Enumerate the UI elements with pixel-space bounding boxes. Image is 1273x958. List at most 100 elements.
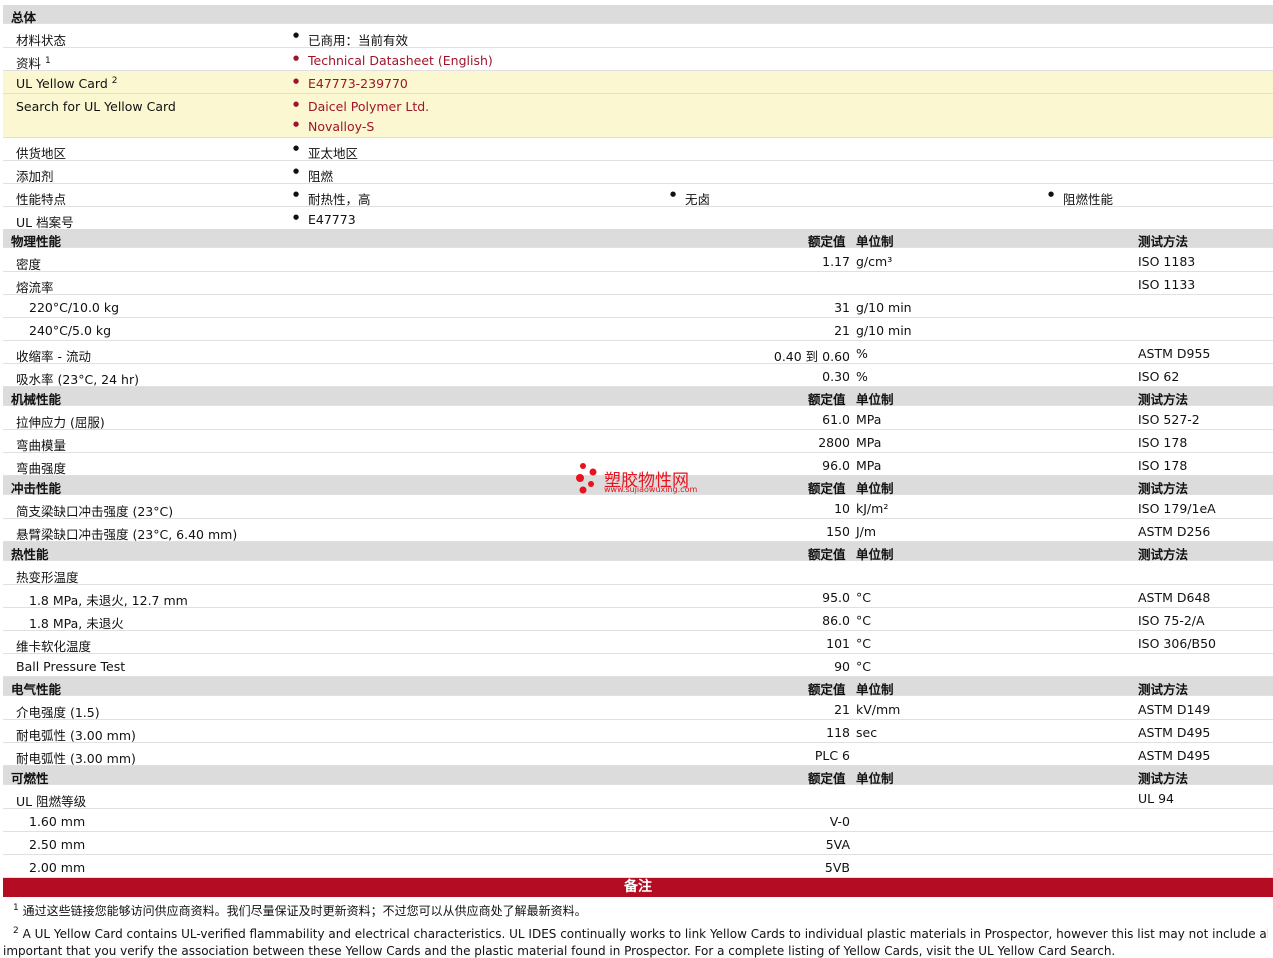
row-value: 0.40 到 0.60 [773, 349, 850, 364]
row-value: 101 [826, 636, 850, 651]
row-label: UL 阻燃等级 [16, 794, 87, 809]
row-label: 吸水率 (23°C, 24 hr) [16, 372, 139, 387]
row-unit: MPa [856, 412, 882, 427]
col-header-value: 额定值 [808, 392, 846, 407]
row-item: 亚太地区 [293, 143, 358, 162]
row-value: 95.0 [822, 590, 850, 605]
row-unit: sec [856, 725, 878, 740]
row-label: 简支梁缺口冲击强度 (23°C) [16, 504, 174, 519]
datasheet-link[interactable]: Technical Datasheet (English) [293, 53, 493, 68]
col-header-unit: 单位制 [856, 771, 894, 786]
table-row: 熔流率 ISO 1133 [3, 272, 1273, 295]
row-label: 弯曲模量 [16, 438, 67, 453]
row-value: 86.0 [822, 613, 850, 628]
general-row-ul-file: UL 档案号 E47773 [3, 207, 1273, 230]
section-header-physical: 物理性能 额定值 单位制 测试方法 [3, 229, 1273, 249]
row-label: 220°C/10.0 kg [29, 300, 120, 315]
product-link[interactable]: Novalloy-S [293, 119, 374, 134]
col-header-method: 测试方法 [1138, 392, 1189, 407]
row-value: 31 [834, 300, 850, 315]
row-label: 2.00 mm [29, 860, 86, 875]
notes-header: 备注 [3, 878, 1273, 897]
row-unit: J/m [856, 524, 877, 539]
row-item: 已商用：当前有效 [293, 30, 408, 49]
row-unit: °C [856, 590, 871, 605]
row-label: 资料 1 [16, 55, 51, 71]
row-value: V-0 [829, 814, 850, 829]
col-header-unit: 单位制 [856, 547, 894, 562]
row-label: 材料状态 [16, 33, 67, 48]
col-header-value: 额定值 [808, 771, 846, 786]
row-method: ASTM D955 [1138, 346, 1211, 361]
general-row-additive: 添加剂 阻燃 [3, 161, 1273, 184]
section-header-electrical: 电气性能 额定值 单位制 测试方法 [3, 677, 1273, 697]
row-label: 耐电弧性 (3.00 mm) [16, 728, 136, 743]
row-label: 性能特点 [16, 192, 67, 207]
col-header-value: 额定值 [808, 481, 846, 496]
row-unit: % [856, 369, 868, 384]
col-header-method: 测试方法 [1138, 481, 1189, 496]
row-label: 2.50 mm [29, 837, 86, 852]
note-2-continued: important that you verify the associatio… [3, 944, 1116, 958]
row-method: ASTM D495 [1138, 748, 1211, 763]
row-value: PLC 6 [814, 748, 850, 763]
table-row: 220°C/10.0 kg 31 g/10 min [3, 295, 1273, 318]
row-label: 耐电弧性 (3.00 mm) [16, 751, 136, 766]
row-label: UL Yellow Card 2 [16, 76, 118, 92]
row-label: Ball Pressure Test [16, 659, 126, 674]
general-row-search-yellow-card: Search for UL Yellow Card Daicel Polymer… [3, 94, 1273, 138]
table-row: 1.8 MPa, 未退火 86.0 °C ISO 75-2/A [3, 608, 1273, 631]
col-header-method: 测试方法 [1138, 547, 1189, 562]
row-method: ISO 75-2/A [1138, 613, 1205, 628]
row-label: 熔流率 [16, 280, 54, 295]
row-value: 21 [834, 702, 850, 717]
row-method: ISO 1133 [1138, 277, 1196, 292]
row-item: 无卤 [670, 189, 710, 208]
row-method: ISO 178 [1138, 458, 1188, 473]
row-label: 添加剂 [16, 169, 54, 184]
table-row: 1.60 mm V-0 [3, 809, 1273, 832]
row-label: 密度 [16, 257, 42, 272]
table-row: 吸水率 (23°C, 24 hr) 0.30 % ISO 62 [3, 364, 1273, 387]
row-unit: g/10 min [856, 300, 912, 315]
row-value: 0.30 [822, 369, 850, 384]
table-row: 240°C/5.0 kg 21 g/10 min [3, 318, 1273, 341]
row-label: 1.60 mm [29, 814, 86, 829]
row-item: 阻燃性能 [1048, 189, 1113, 208]
table-row: 简支梁缺口冲击强度 (23°C) 10 kJ/m² ISO 179/1eA [3, 496, 1273, 519]
col-header-value: 额定值 [808, 682, 846, 697]
row-label: 维卡软化温度 [16, 639, 92, 654]
table-row: UL 阻燃等级 UL 94 [3, 786, 1273, 809]
table-row: 密度 1.17 g/cm³ ISO 1183 [3, 249, 1273, 272]
row-value: 21 [834, 323, 850, 338]
section-title: 总体 [11, 10, 37, 25]
row-value: 2800 [818, 435, 850, 450]
row-unit: MPa [856, 435, 882, 450]
col-header-unit: 单位制 [856, 234, 894, 249]
section-title: 可燃性 [11, 771, 49, 786]
yellow-card-link[interactable]: E47773-239770 [293, 76, 408, 91]
row-method: ISO 179/1eA [1138, 501, 1216, 516]
row-unit: °C [856, 659, 871, 674]
col-header-value: 额定值 [808, 234, 846, 249]
table-row: 悬臂梁缺口冲击强度 (23°C, 6.40 mm) 150 J/m ASTM D… [3, 519, 1273, 542]
general-row-yellow-card: UL Yellow Card 2 E47773-239770 [3, 71, 1273, 94]
row-unit: MPa [856, 458, 882, 473]
general-row-features: 性能特点 耐热性，高 无卤 阻燃性能 [3, 184, 1273, 207]
supplier-link[interactable]: Daicel Polymer Ltd. [293, 99, 429, 114]
table-row: 2.00 mm 5VB [3, 855, 1273, 878]
row-value: 5VB [824, 860, 850, 875]
row-label: 弯曲强度 [16, 461, 67, 476]
row-label: 收缩率 - 流动 [16, 349, 91, 364]
row-method: ISO 178 [1138, 435, 1188, 450]
row-unit: °C [856, 636, 871, 651]
section-header-flammability: 可燃性 额定值 单位制 测试方法 [3, 766, 1273, 786]
row-method: ISO 1183 [1138, 254, 1196, 269]
row-method: ASTM D495 [1138, 725, 1211, 740]
row-unit: % [856, 346, 868, 361]
col-header-value: 额定值 [808, 547, 846, 562]
row-value: 1.17 [822, 254, 850, 269]
row-label: 悬臂梁缺口冲击强度 (23°C, 6.40 mm) [16, 527, 238, 542]
watermark-logo-icon [576, 463, 597, 494]
row-label: 1.8 MPa, 未退火 [29, 616, 124, 631]
